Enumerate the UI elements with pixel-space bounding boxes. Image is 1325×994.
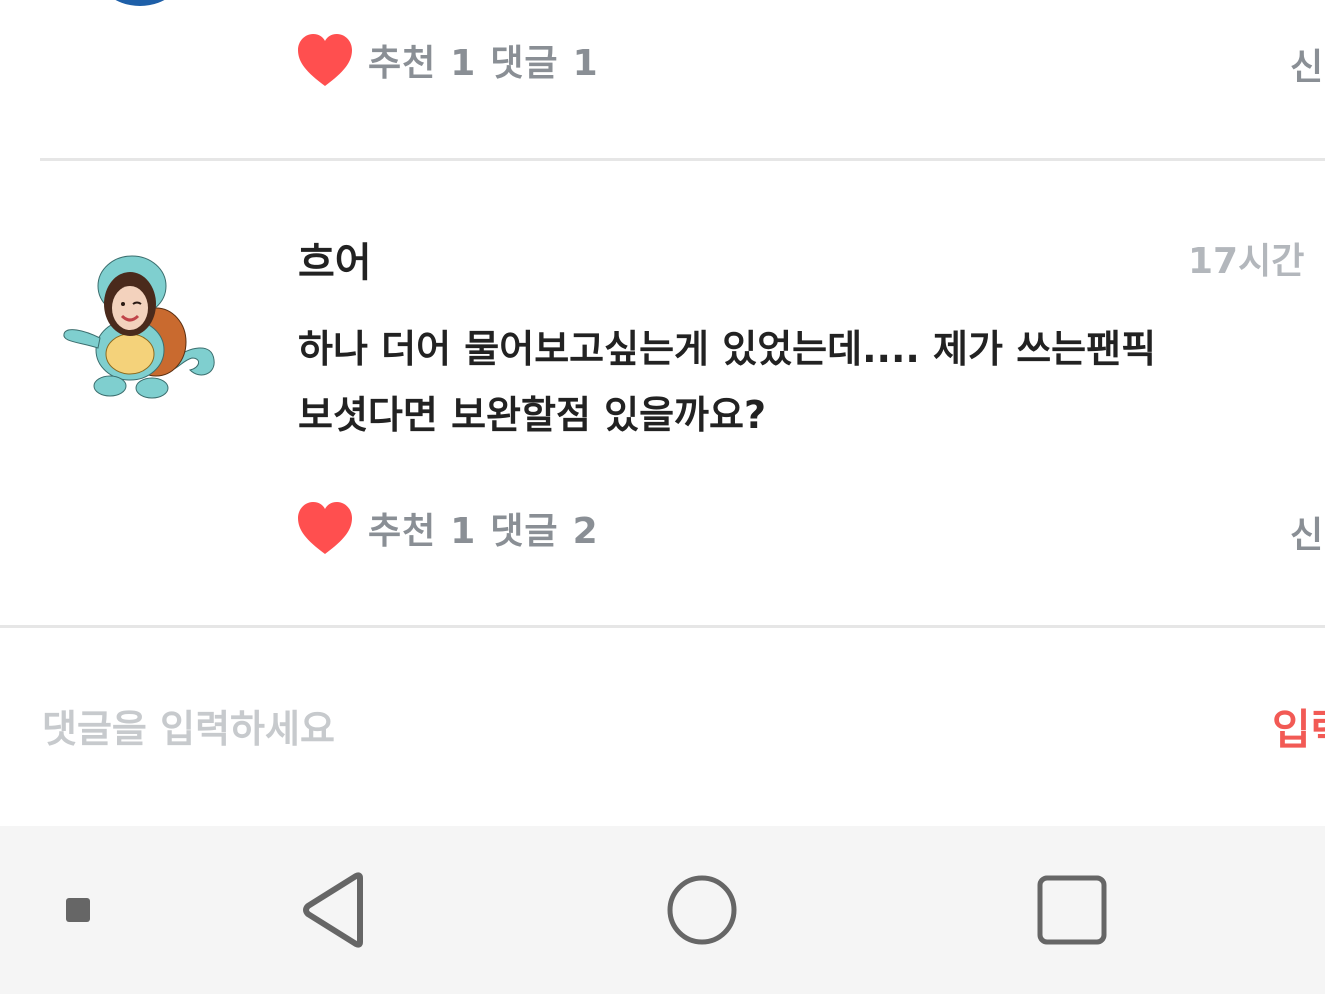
back-triangle-icon[interactable] [298, 870, 370, 950]
comment-text-line: 보셧다면 보완할점 있을까요? [298, 393, 767, 437]
comment-time: 17시간 [1188, 241, 1305, 282]
report-button[interactable]: 신 [1290, 38, 1325, 90]
comment-text: 하나 더어 물어보고싶는게 있었는데.... 제가 쓰는팬픽 보셧다면 보완할점… [298, 316, 1278, 448]
previous-comment-action-text: 추천 1 댓글 1 [368, 34, 613, 86]
small-square-icon[interactable] [64, 896, 92, 924]
recommend-label[interactable]: 추천 [368, 43, 436, 84]
reply-label[interactable]: 댓글 [490, 43, 558, 84]
previous-commenter-avatar[interactable] [92, 0, 188, 6]
recommend-count: 1 [450, 43, 477, 84]
submit-button[interactable]: 입력 [1272, 696, 1325, 757]
comment-actions: 추천 1 댓글 2 [296, 500, 613, 556]
heart-icon[interactable] [296, 500, 354, 556]
comment-action-text: 추천 1 댓글 2 [368, 502, 613, 554]
recommend-count: 1 [450, 511, 477, 552]
system-navigation-bar [0, 826, 1325, 994]
report-button[interactable]: 신 [1290, 506, 1325, 558]
comment-input[interactable]: 댓글을 입력하세요 [42, 698, 335, 753]
comment-author[interactable]: 흐어 [298, 230, 372, 288]
home-circle-icon[interactable] [666, 874, 738, 946]
reply-label[interactable]: 댓글 [490, 511, 558, 552]
heart-icon[interactable] [296, 32, 354, 88]
comment-text-line: 하나 더어 물어보고싶는게 있었는데.... 제가 쓰는팬픽 [298, 327, 1157, 371]
reply-count: 2 [572, 511, 599, 552]
recents-square-icon[interactable] [1036, 874, 1108, 946]
recommend-label[interactable]: 추천 [368, 511, 436, 552]
previous-comment-actions: 추천 1 댓글 1 [296, 32, 613, 88]
comment-input-row: 댓글을 입력하세요 입력 [0, 630, 1325, 824]
comment-divider [40, 158, 1325, 161]
commenter-avatar[interactable] [60, 250, 220, 410]
input-divider [0, 625, 1325, 628]
reply-count: 1 [572, 43, 599, 84]
